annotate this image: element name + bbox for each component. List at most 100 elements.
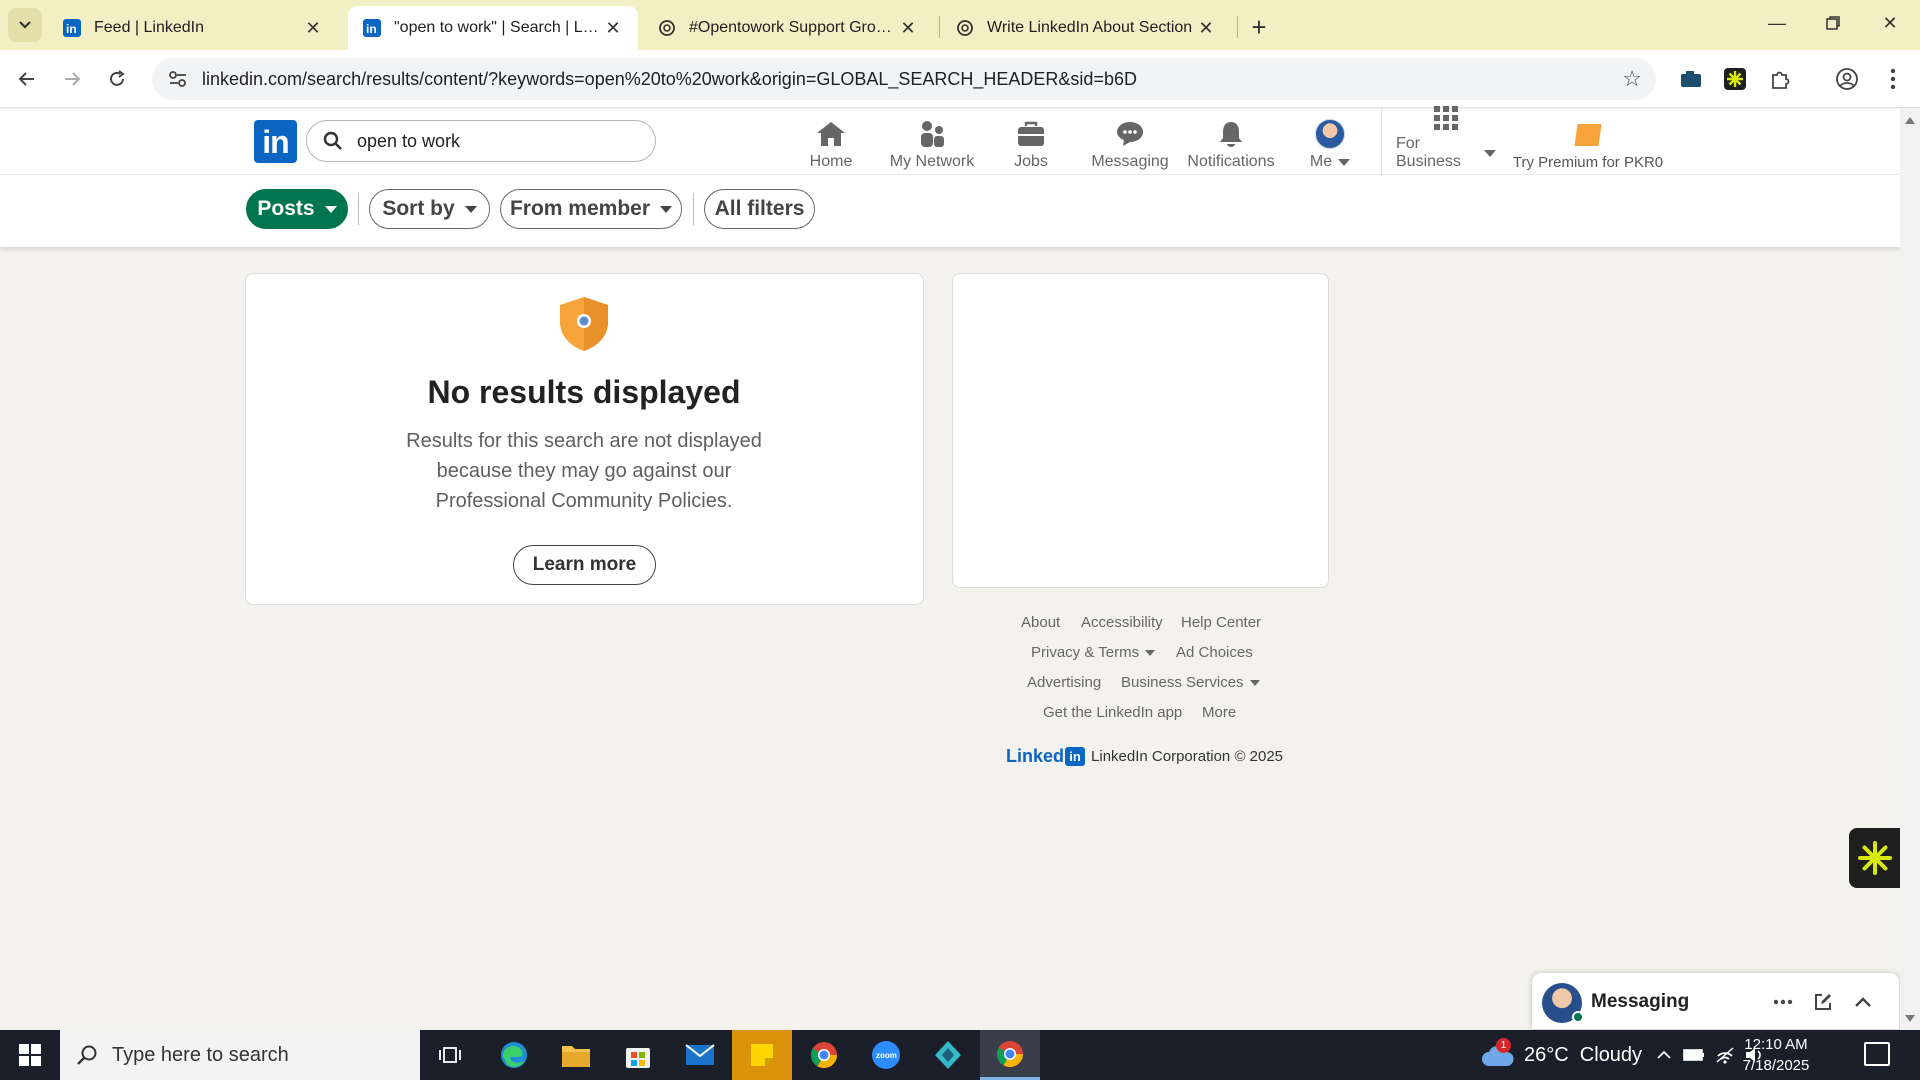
system-clock[interactable]: 12:10 AM 7/18/2025 <box>1726 1034 1826 1076</box>
close-icon[interactable]: ✕ <box>897 17 919 39</box>
nav-divider <box>1381 109 1382 175</box>
tab-open-to-work-search[interactable]: in "open to work" | Search | LinkedIn ✕ <box>348 6 638 50</box>
extensions-puzzle-icon[interactable] <box>1765 64 1795 94</box>
linkedin-favicon-icon: in <box>362 18 382 38</box>
weather-badge: 1 <box>1496 1038 1511 1053</box>
scroll-up-arrow-icon[interactable] <box>1905 117 1915 124</box>
online-status-dot <box>1572 1011 1584 1023</box>
nav-label: Home <box>809 153 853 170</box>
filter-divider <box>693 193 694 225</box>
file-explorer-icon[interactable] <box>546 1030 606 1080</box>
tab-opentowork-support-group[interactable]: #Opentowork Support Group | LinkedIn ✕ <box>643 6 933 50</box>
browser-toolbar: linkedin.com/search/results/content/?key… <box>0 50 1920 108</box>
from-member-button[interactable]: From member <box>500 189 682 229</box>
profile-account-icon[interactable] <box>1832 64 1862 94</box>
tab-feed-linkedin[interactable]: in Feed | LinkedIn ✕ <box>48 6 338 50</box>
caret-down-icon <box>464 205 477 213</box>
zoom-icon[interactable]: zoom <box>856 1030 916 1080</box>
site-info-icon[interactable] <box>158 70 198 88</box>
caret-down-icon <box>1484 149 1496 157</box>
search-input[interactable] <box>357 130 617 152</box>
back-arrow-icon[interactable] <box>10 62 44 96</box>
url-text[interactable]: linkedin.com/search/results/content/?key… <box>202 69 1137 90</box>
nav-my-network[interactable]: My Network <box>884 115 980 171</box>
address-bar[interactable]: linkedin.com/search/results/content/?key… <box>152 58 1656 100</box>
linkedin-logo[interactable]: in <box>254 120 297 163</box>
caret-down-icon <box>660 205 673 213</box>
tab-separator <box>939 16 940 38</box>
mail-envelope-icon[interactable] <box>670 1030 730 1080</box>
chrome-icon[interactable] <box>794 1030 854 1080</box>
footer-advertising-link[interactable]: Advertising <box>1027 674 1101 691</box>
nav-label: For Business <box>1396 135 1461 170</box>
forward-arrow-icon[interactable] <box>55 62 89 96</box>
nav-try-premium[interactable]: Try Premium for PKR0 <box>1508 115 1668 171</box>
weather-widget[interactable]: 1 26°C Cloudy <box>1480 1030 1642 1080</box>
no-results-description: Results for this search are not displaye… <box>406 430 762 512</box>
minimize-icon[interactable]: — <box>1757 8 1797 38</box>
tab-title: Feed | LinkedIn <box>94 19 205 36</box>
reload-icon[interactable] <box>100 62 134 96</box>
sticky-notes-icon[interactable] <box>732 1030 792 1080</box>
browser-tab-strip: in Feed | LinkedIn ✕ in "open to work" |… <box>0 0 1920 50</box>
new-tab-plus-icon[interactable]: + <box>1244 12 1274 42</box>
footer-ad-choices-link[interactable]: Ad Choices <box>1176 644 1253 661</box>
browser-menu-kebab-icon[interactable] <box>1878 64 1908 94</box>
caret-down-icon <box>324 205 337 213</box>
footer-help-center-link[interactable]: Help Center <box>1181 614 1261 631</box>
nav-jobs[interactable]: Jobs <box>1003 115 1059 171</box>
caret-down-icon <box>1338 158 1351 166</box>
compose-message-icon[interactable] <box>1810 989 1836 1015</box>
nav-messaging[interactable]: Messaging <box>1087 115 1173 171</box>
show-hidden-icons-chevron-icon[interactable] <box>1653 1044 1675 1066</box>
nav-home[interactable]: Home <box>800 115 862 171</box>
windows-start-icon[interactable] <box>0 1030 60 1080</box>
nav-me[interactable]: Me <box>1305 115 1355 171</box>
footer-privacy-terms-link[interactable]: Privacy & Terms <box>1031 644 1156 661</box>
tab-search-menu-button[interactable] <box>8 8 42 42</box>
messaging-overlay-bar[interactable]: Messaging <box>1531 972 1900 1030</box>
nav-notifications[interactable]: Notifications <box>1187 115 1275 171</box>
all-filters-button[interactable]: All filters <box>704 189 815 229</box>
extension-camera-icon[interactable] <box>1676 64 1706 94</box>
more-options-icon[interactable] <box>1770 989 1796 1015</box>
search-icon <box>323 131 343 151</box>
tab-write-linkedin-about[interactable]: Write LinkedIn About Section ✕ <box>941 6 1231 50</box>
footer-get-app-link[interactable]: Get the LinkedIn app <box>1043 704 1182 721</box>
pill-label: From member <box>509 197 651 220</box>
chrome-profile-icon[interactable] <box>980 1030 1040 1080</box>
global-search-box[interactable] <box>306 120 656 162</box>
learn-more-button[interactable]: Learn more <box>513 545 656 585</box>
openai-favicon-icon <box>657 18 677 38</box>
footer-business-services-link[interactable]: Business Services <box>1121 674 1260 691</box>
clock-time: 12:10 AM <box>1744 1036 1808 1053</box>
sort-by-button[interactable]: Sort by <box>369 189 490 229</box>
nav-me-row: Me <box>1310 153 1351 171</box>
footer-about-link[interactable]: About <box>1021 614 1060 631</box>
restore-icon[interactable] <box>1813 8 1853 38</box>
footer-accessibility-link[interactable]: Accessibility <box>1081 614 1163 631</box>
edge-browser-icon[interactable] <box>484 1030 544 1080</box>
close-icon[interactable]: ✕ <box>602 17 624 39</box>
extension-sparkle-icon[interactable] <box>1720 64 1750 94</box>
close-icon[interactable]: ✕ <box>1195 17 1217 39</box>
bookmark-star-icon[interactable]: ☆ <box>1622 66 1642 92</box>
floating-extension-sparkle-icon[interactable] <box>1849 828 1901 888</box>
close-window-icon[interactable]: ✕ <box>1870 8 1910 38</box>
openai-favicon-icon <box>955 18 975 38</box>
briefcase-icon <box>1016 119 1046 149</box>
page-scrollbar[interactable] <box>1900 109 1920 1030</box>
nav-for-business[interactable]: For Business <box>1396 106 1496 171</box>
notification-center-icon[interactable] <box>1864 1042 1890 1066</box>
app-diamond-icon[interactable] <box>918 1030 978 1080</box>
taskbar-search-box[interactable]: Type here to search <box>60 1030 420 1080</box>
close-icon[interactable]: ✕ <box>302 17 324 39</box>
footer-more-link[interactable]: More <box>1202 704 1236 721</box>
task-view-icon[interactable] <box>420 1030 480 1080</box>
posts-filter-button[interactable]: Posts <box>246 189 348 229</box>
scroll-down-arrow-icon[interactable] <box>1905 1015 1915 1022</box>
battery-icon[interactable] <box>1683 1044 1705 1066</box>
nav-label: Jobs <box>1014 153 1048 170</box>
microsoft-store-icon[interactable] <box>608 1030 668 1080</box>
chevron-up-icon[interactable] <box>1850 989 1876 1015</box>
